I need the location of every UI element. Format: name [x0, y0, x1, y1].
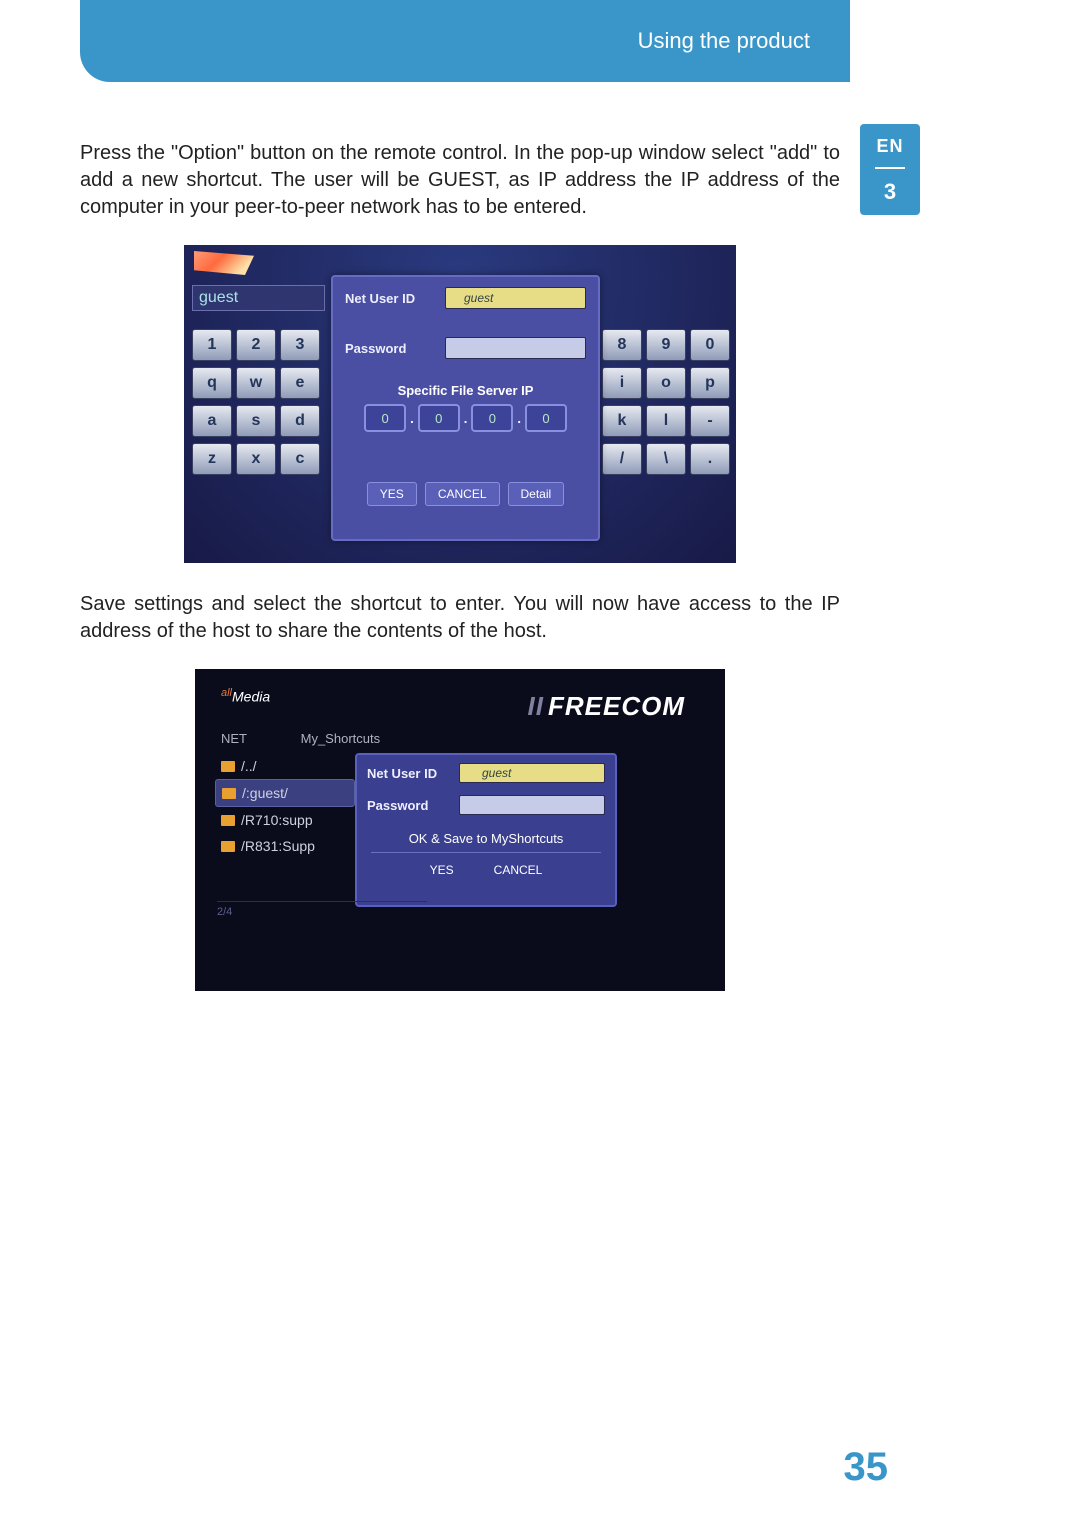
ip-octet-3[interactable]: 0: [471, 404, 513, 432]
save-dialog: Net User ID guest Password OK & Save to …: [355, 753, 617, 907]
osk-key[interactable]: 2: [236, 329, 276, 361]
osk-key[interactable]: a: [192, 405, 232, 437]
freecom-logo: IIFREECOM: [528, 691, 685, 722]
paragraph-1: Press the "Option" button on the remote …: [80, 140, 840, 221]
breadcrumb-path: My_Shortcuts: [301, 731, 380, 746]
osk-key[interactable]: w: [236, 367, 276, 399]
shortcut-dialog: Net User ID guest Password Specific File…: [331, 275, 600, 541]
osk-key[interactable]: p: [690, 367, 730, 399]
screenshot-add-shortcut: guest 123qweasdzxc 890iopkl-/\. Net User…: [184, 245, 736, 563]
specific-file-server-ip-label: Specific File Server IP: [333, 383, 598, 398]
ip-dot: .: [517, 411, 521, 426]
list-counter: 2/4: [217, 901, 427, 918]
osk-key[interactable]: /: [602, 443, 642, 475]
net-user-id-label: Net User ID: [345, 291, 445, 306]
osk-key[interactable]: \: [646, 443, 686, 475]
osk-key[interactable]: 0: [690, 329, 730, 361]
net-user-id-field[interactable]: guest: [445, 287, 586, 309]
device-logo: [194, 251, 254, 275]
dialog-divider: [371, 852, 601, 853]
page-number: 35: [844, 1445, 889, 1490]
section-title: Using the product: [638, 28, 810, 54]
osk-key[interactable]: e: [280, 367, 320, 399]
net-user-id-label-2: Net User ID: [367, 766, 459, 781]
osk-key[interactable]: o: [646, 367, 686, 399]
screenshot-save-shortcut: allMedia IIFREECOM NET My_Shortcuts /../…: [195, 669, 725, 991]
osk-key[interactable]: z: [192, 443, 232, 475]
password-label-2: Password: [367, 798, 459, 813]
ip-octet-1[interactable]: 0: [364, 404, 406, 432]
yes-button[interactable]: YES: [367, 482, 417, 506]
net-user-id-field-2[interactable]: guest: [459, 763, 605, 783]
ip-octet-2[interactable]: 0: [418, 404, 460, 432]
osk-key[interactable]: x: [236, 443, 276, 475]
cancel-button[interactable]: CANCEL: [425, 482, 500, 506]
osk-key[interactable]: k: [602, 405, 642, 437]
freecom-text: FREECOM: [548, 691, 685, 721]
osk-key[interactable]: s: [236, 405, 276, 437]
media-logo-all: all: [221, 687, 232, 699]
folder-icon: [221, 841, 235, 852]
guest-text-box: guest: [192, 285, 325, 311]
media-logo-text: Media: [232, 689, 270, 705]
list-item[interactable]: /R710:supp: [215, 807, 355, 833]
password-field-2[interactable]: [459, 795, 605, 815]
breadcrumb: NET My_Shortcuts: [221, 731, 380, 746]
osk-key[interactable]: l: [646, 405, 686, 437]
osk-key[interactable]: c: [280, 443, 320, 475]
yes-button-2[interactable]: YES: [430, 863, 454, 877]
freecom-slashes: II: [528, 691, 544, 721]
breadcrumb-net: NET: [221, 731, 247, 746]
osk-key[interactable]: 1: [192, 329, 232, 361]
list-item-label: /:guest/: [242, 785, 288, 801]
ip-address-row: 0 . 0 . 0 . 0: [333, 404, 598, 432]
list-item[interactable]: /R831:Supp: [215, 833, 355, 859]
osk-key[interactable]: 8: [602, 329, 642, 361]
side-tab: EN 3: [860, 124, 920, 215]
list-item-label: /../: [241, 758, 257, 774]
list-item[interactable]: /:guest/: [215, 779, 355, 807]
folder-icon: [222, 788, 236, 799]
ip-octet-4[interactable]: 0: [525, 404, 567, 432]
password-label: Password: [345, 341, 445, 356]
list-item-label: /R710:supp: [241, 812, 313, 828]
folder-icon: [221, 761, 235, 772]
osk-key[interactable]: d: [280, 405, 320, 437]
paragraph-2: Save settings and select the shortcut to…: [80, 591, 840, 645]
osk-key[interactable]: q: [192, 367, 232, 399]
section-header: Using the product: [80, 0, 850, 82]
osk-key[interactable]: .: [690, 443, 730, 475]
language-label: EN: [860, 136, 920, 157]
osk-key[interactable]: i: [602, 367, 642, 399]
osk-key[interactable]: 9: [646, 329, 686, 361]
ip-dot: .: [464, 411, 468, 426]
media-logo: allMedia: [221, 687, 270, 705]
list-item-label: /R831:Supp: [241, 838, 315, 854]
chapter-number: 3: [860, 179, 920, 205]
password-field[interactable]: [445, 337, 586, 359]
ip-dot: .: [410, 411, 414, 426]
osk-key[interactable]: 3: [280, 329, 320, 361]
save-to-shortcuts-label: OK & Save to MyShortcuts: [357, 831, 615, 846]
side-divider: [875, 167, 905, 169]
osk-key[interactable]: -: [690, 405, 730, 437]
folder-icon: [221, 815, 235, 826]
cancel-button-2[interactable]: CANCEL: [494, 863, 543, 877]
shortcut-list: /../ /:guest/ /R710:supp/R831:Supp: [215, 753, 355, 859]
list-item[interactable]: /../: [215, 753, 355, 779]
detail-button[interactable]: Detail: [508, 482, 565, 506]
